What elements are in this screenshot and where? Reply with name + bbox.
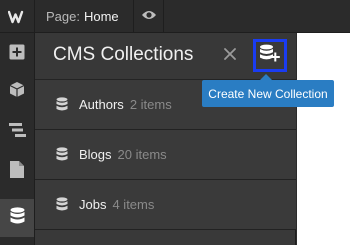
box-3d-icon [9, 81, 25, 103]
collection-count: 20 items [117, 147, 167, 162]
page-document-icon [10, 161, 24, 183]
navigator-lines-icon [8, 122, 26, 142]
database-icon [56, 196, 70, 213]
database-icon [56, 96, 70, 113]
database-cms-icon [10, 206, 25, 230]
close-icon [224, 47, 236, 65]
cms-button[interactable] [0, 199, 34, 237]
collection-name: Blogs [79, 147, 112, 162]
panel-header: CMS Collections [35, 33, 296, 80]
add-panel-button[interactable] [0, 35, 34, 73]
database-icon [56, 146, 70, 163]
left-toolbar [0, 33, 35, 245]
collection-count: 4 items [112, 197, 155, 212]
create-collection-tooltip: Create New Collection [202, 74, 334, 107]
pages-button[interactable] [0, 153, 34, 191]
collection-count: 2 items [129, 97, 172, 112]
add-plus-icon [9, 44, 25, 65]
design-canvas[interactable] [297, 33, 350, 245]
eye-icon [141, 8, 157, 26]
database-add-icon [259, 44, 281, 67]
create-collection-button[interactable] [253, 39, 287, 72]
page-selector-prefix: Page: [46, 9, 80, 24]
close-panel-button[interactable] [221, 46, 239, 66]
cms-collections-panel: CMS Collections Authors 2 items Blogs 20… [35, 33, 296, 245]
symbols-button[interactable] [0, 73, 34, 111]
panel-title: CMS Collections [53, 44, 194, 65]
preview-button[interactable] [134, 0, 164, 33]
page-selector-name: Home [83, 9, 119, 24]
collection-name: Authors [79, 97, 124, 112]
webflow-logo-icon[interactable] [0, 0, 35, 33]
collection-item-jobs[interactable]: Jobs 4 items [35, 180, 296, 230]
collection-item-blogs[interactable]: Blogs 20 items [35, 130, 296, 180]
top-bar: Page: Home [0, 0, 350, 33]
page-selector[interactable]: Page: Home [35, 0, 134, 33]
collection-name: Jobs [79, 197, 107, 212]
navigator-button[interactable] [0, 113, 34, 151]
